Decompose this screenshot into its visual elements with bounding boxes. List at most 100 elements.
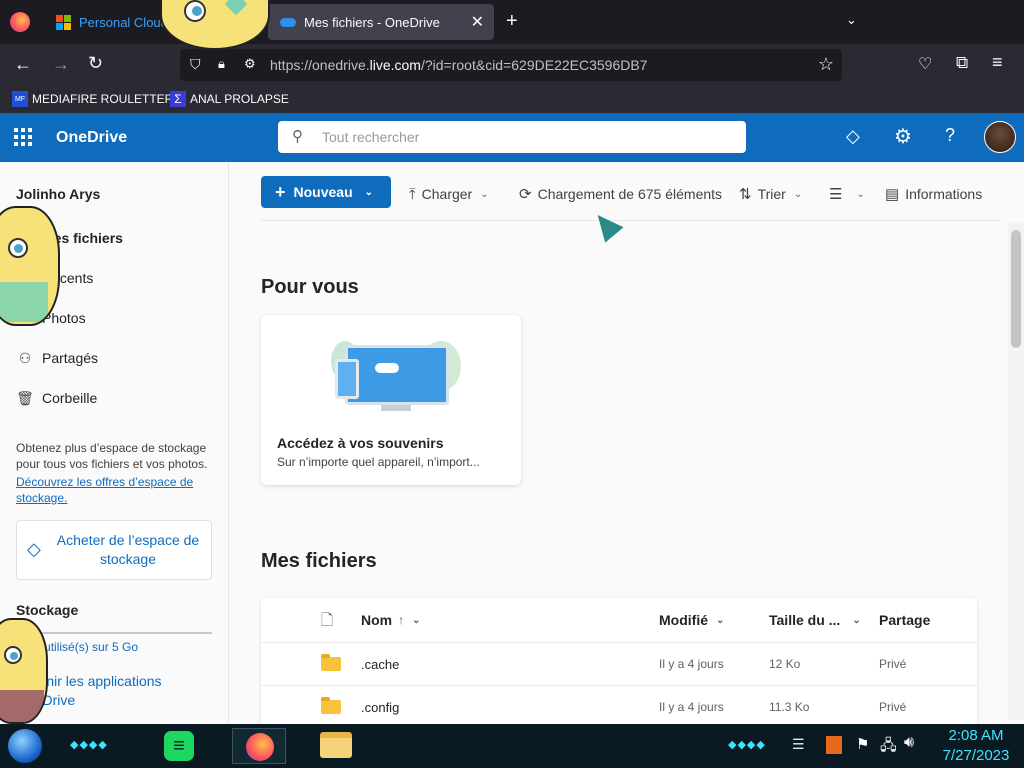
files-title: Mes fichiers <box>261 550 377 572</box>
bookmark-star-icon[interactable]: ☆ <box>818 54 834 75</box>
sidebar-item-shared[interactable]: ⚇ Partagés <box>16 346 98 370</box>
new-tab-icon[interactable]: + <box>506 10 518 33</box>
buy-storage-button[interactable]: ◇ Acheter de l’espace de stockage <box>16 520 212 580</box>
file-modified: Il y a 4 jours <box>659 700 724 714</box>
search-input[interactable]: Tout rechercher <box>322 129 419 145</box>
clock-time[interactable]: 2:08 AM <box>936 727 1016 744</box>
column-header-name[interactable]: Nom ↑ ⌄ <box>361 612 421 628</box>
tray-overflow-icon[interactable]: ☰ <box>792 736 805 753</box>
help-icon[interactable]: ? <box>945 125 955 146</box>
sidebar-item-recycle-bin[interactable]: 🗑︎ Corbeille <box>16 386 97 410</box>
view-options-button[interactable]: ☰ ⌄ <box>829 178 865 210</box>
forward-icon[interactable]: → <box>52 54 70 75</box>
avatar[interactable] <box>984 121 1016 153</box>
deco-chevrons-icon: ◆◆◆◆ <box>728 739 766 751</box>
info-button[interactable]: ▤ Informations <box>885 178 982 210</box>
card-title: Accédez à vos souvenirs <box>277 435 444 451</box>
file-size: 12 Ko <box>769 657 801 671</box>
taskbar: ◆◆◆◆ ≡ ◆◆◆◆ ☰ ⚑ 🖧︎ 🔊︎ 2:08 AM 7/27/2023 <box>0 724 1024 768</box>
chevron-down-icon: ⌄ <box>364 186 374 198</box>
firefox-menu-icon[interactable] <box>10 12 30 32</box>
file-sharing: Privé <box>879 657 907 671</box>
sort-icon: ⇅ <box>739 186 752 203</box>
network-icon[interactable]: 🖧︎ <box>880 735 897 760</box>
upload-arrow-icon: ⤒ <box>409 185 416 203</box>
plus-icon: + <box>275 181 286 202</box>
user-name: Jolinho Arys <box>16 186 101 202</box>
bookmarks-bar: MF MEDIAFIRE ROULETTER Σ ANAL PROLAPSE <box>0 86 1024 113</box>
deco-chevrons-icon: ◆◆◆◆ <box>70 739 108 751</box>
table-row[interactable]: .cache Il y a 4 jours 12 Ko Privé <box>261 642 977 685</box>
scrollbar-thumb[interactable] <box>1011 230 1021 348</box>
app-launcher-icon[interactable] <box>14 128 32 146</box>
list-view-icon: ☰ <box>829 186 843 203</box>
main-content: + Nouveau ⌄ ⤒ Charger ⌄ ⟳ Chargement de 675… <box>229 162 1024 728</box>
onedrive-header: OneDrive ⚲ Tout rechercher ◇ ⚙ ? <box>0 113 1024 162</box>
bookmark-mediafire[interactable]: MF MEDIAFIRE ROULETTER <box>12 91 173 107</box>
tab-list-chevron-icon[interactable]: ⌄ <box>846 12 857 28</box>
settings-gear-icon[interactable]: ⚙ <box>894 124 912 149</box>
lock-icon[interactable]: 🔒︎ <box>218 56 225 72</box>
cartoon-sticker-bottom <box>0 618 48 724</box>
file-size: 11.3 Ko <box>769 700 810 714</box>
search-icon: ⚲ <box>292 128 303 145</box>
file-name[interactable]: .cache <box>361 657 399 672</box>
extensions-icon[interactable]: ⧉ <box>956 53 968 73</box>
browser-nav-bar: ← → ↻ ⛉ 🔒︎ ⚙ https://onedrive. live.com/?… <box>0 44 1024 86</box>
sort-button[interactable]: ⇅ Trier ⌄ <box>739 178 802 210</box>
tab-label: Mes fichiers - OneDrive <box>304 14 440 30</box>
upload-button[interactable]: ⤒ Charger ⌄ <box>409 178 489 210</box>
storage-offers-link[interactable]: Découvrez les offres d’espace de stockag… <box>16 474 212 506</box>
menu-icon[interactable]: ≡ <box>992 52 1003 73</box>
url-text: https://onedrive. live.com/?id=root&cid=6… <box>270 57 648 73</box>
folder-icon <box>321 697 341 714</box>
tab-onedrive[interactable]: Mes fichiers - OneDrive ✕ <box>268 4 494 40</box>
sigma-icon: Σ <box>170 91 186 107</box>
sort-ascending-icon: ↑ <box>398 613 405 627</box>
file-modified: Il y a 4 jours <box>659 657 724 671</box>
chevron-down-icon: ⌄ <box>852 614 861 626</box>
tab-label: Personal Cloud <box>79 14 168 30</box>
file-explorer-app-icon[interactable] <box>320 732 352 758</box>
toolbar-divider <box>261 220 1001 221</box>
file-type-icon: 🗋︎ <box>321 612 334 629</box>
storage-bar <box>16 632 212 634</box>
devices-illustration-icon <box>311 335 471 415</box>
cartoon-sticker-left <box>0 206 60 326</box>
pocket-icon[interactable]: ♡ <box>918 54 932 74</box>
info-panel-icon: ▤ <box>885 186 900 203</box>
chevron-down-icon: ⌄ <box>793 188 803 200</box>
chevron-down-icon: ⌄ <box>716 614 725 626</box>
column-header-modified[interactable]: Modifié ⌄ <box>659 612 724 628</box>
onedrive-cloud-icon <box>280 17 296 27</box>
clock-date[interactable]: 7/27/2023 <box>936 747 1016 764</box>
premium-diamond-icon[interactable]: ◇ <box>846 126 860 147</box>
table-row[interactable]: .config Il y a 4 jours 11.3 Ko Privé <box>261 685 977 728</box>
permissions-icon[interactable]: ⚙ <box>244 56 256 72</box>
action-center-flag-icon[interactable]: ⚑ <box>856 735 869 753</box>
column-header-size[interactable]: Taille du ... ⌄ <box>769 612 861 628</box>
people-icon: ⚇ <box>18 349 32 366</box>
volume-icon[interactable]: 🔊︎ <box>904 734 914 752</box>
back-icon[interactable]: ← <box>14 54 32 75</box>
app-name[interactable]: OneDrive <box>56 129 127 147</box>
file-sharing: Privé <box>879 700 907 714</box>
new-button[interactable]: + Nouveau ⌄ <box>261 176 391 208</box>
bookmark-anal-prolapse[interactable]: Σ ANAL PROLAPSE <box>170 91 289 107</box>
close-tab-icon[interactable]: ✕ <box>471 12 484 32</box>
scrollbar[interactable] <box>1008 222 1024 720</box>
tray-app-icon[interactable] <box>826 736 842 754</box>
spotify-app-icon[interactable]: ≡ <box>164 731 194 761</box>
file-name[interactable]: .config <box>361 700 399 715</box>
reload-icon[interactable]: ↻ <box>88 53 103 74</box>
chevron-down-icon: ⌄ <box>856 188 865 200</box>
shield-icon[interactable]: ⛉ <box>190 56 201 73</box>
firefox-app-icon[interactable] <box>232 728 286 764</box>
trash-icon: 🗑︎ <box>16 389 34 406</box>
start-orb-icon[interactable] <box>8 729 42 763</box>
search-box[interactable]: ⚲ Tout rechercher <box>278 121 746 153</box>
column-header-sharing[interactable]: Partage <box>879 612 930 628</box>
storage-title: Stockage <box>16 602 79 618</box>
memories-card[interactable]: Accédez à vos souvenirs Sur n’importe qu… <box>261 315 521 485</box>
url-bar[interactable]: ⛉ 🔒︎ ⚙ https://onedrive. live.com/?id=roo… <box>180 49 842 81</box>
